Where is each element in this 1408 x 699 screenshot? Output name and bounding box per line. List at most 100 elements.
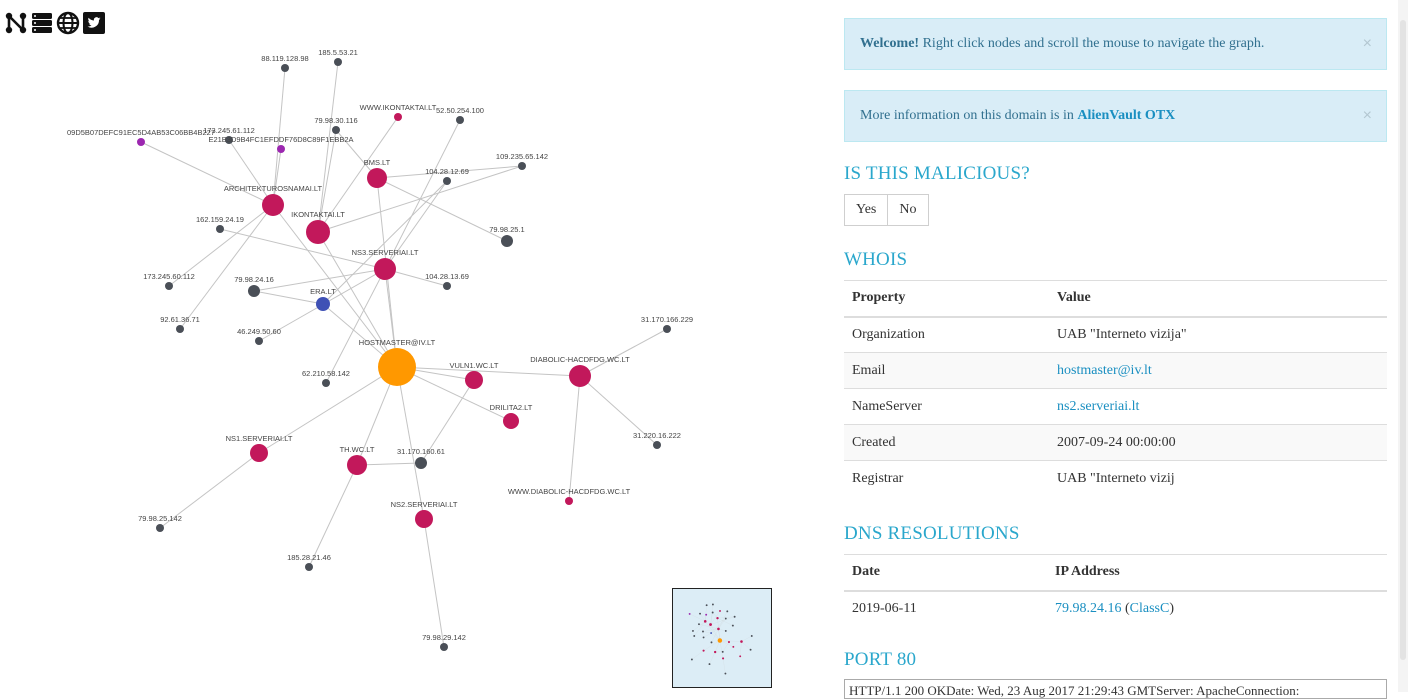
minimap-node-ns1 [703,650,705,652]
graph-node-ip16[interactable] [663,325,671,333]
node-label-hash1: 09D5B07DEFC91EC5D4AB53C06BB4B227 [67,128,215,137]
graph-node-ns1[interactable] [250,444,268,462]
node-label-ip5: 109.235.65.142 [496,152,548,161]
node-label-ip9: 162.159.24.19 [196,215,244,224]
minimap-node-ip16 [751,635,753,637]
yes-button[interactable]: Yes [844,194,888,226]
graph-node-ns3[interactable] [374,258,396,280]
graph-node-ip13[interactable] [255,337,263,345]
whois-header-property: Property [844,281,1049,317]
graph-node-hash2[interactable] [277,145,285,153]
whois-property: Email [844,353,1049,389]
minimap-edge-ip2-ikontaktai [711,604,713,624]
minimap-node-ip14 [711,641,713,643]
graph-node-hostmaster[interactable] [378,348,416,386]
node-label-ip13: 46.249.50.60 [237,327,281,336]
whois-property: Registrar [844,461,1049,497]
graph-node-ip8[interactable] [443,282,451,290]
malicious-vote-group: Yes No [844,194,929,226]
graph-node-ip4[interactable] [456,116,464,124]
node-label-ip10: 173.245.60.112 [143,272,195,281]
graph-node-bms[interactable] [367,168,387,188]
dns-header-row: Date IP Address [844,555,1387,591]
whois-title: WHOIS [844,249,907,271]
dns-ip-link[interactable]: 79.98.24.16 [1055,601,1122,616]
graph-node-www_diab[interactable] [565,497,573,505]
dns-class-link[interactable]: ClassC [1130,601,1170,616]
minimap-node-ip17 [750,649,752,651]
close-icon[interactable]: × [1363,35,1372,53]
node-label-ip14: 62.210.58.142 [302,369,350,378]
graph-node-ip1[interactable] [281,64,289,72]
graph-node-architek[interactable] [262,194,284,216]
graph-pane[interactable]: HOSTMASTER@IV.LTARCHITEKTUROSNAMAI.LTIKO… [0,0,830,692]
minimap-edge-ip6-era [711,619,726,634]
node-label-ip8: 104.28.13.69 [425,272,469,281]
graph-node-www_ikon[interactable] [394,113,402,121]
side-panel: Welcome! Right click nodes and scroll th… [844,0,1387,692]
node-label-ip12: 92.61.36.71 [160,315,200,324]
graph-minimap[interactable] [672,588,772,688]
database-icon[interactable] [30,10,54,36]
port80-textarea[interactable]: HTTP/1.1 200 OKDate: Wed, 23 Aug 2017 21… [844,679,1387,699]
neo4j-icon[interactable] [4,10,28,36]
minimap-node-ip10 [692,630,694,632]
node-label-ip20: 185.28.21.46 [287,553,331,562]
whois-value-link[interactable]: hostmaster@iv.lt [1057,363,1152,378]
minimap-node-drilita2 [732,646,734,648]
alienvault-otx-link[interactable]: AlienVault OTX [1077,108,1175,123]
edge-ip2-ikontaktai [318,62,338,232]
node-label-ip4: 52.50.254.100 [436,106,484,115]
whois-value: 2007-09-24 00:00:00 [1049,425,1387,461]
node-label-hash2: E21B3D9B4FC1EFDDF76D8C89F1EBB2A [208,135,353,144]
graph-node-ip12[interactable] [176,325,184,333]
twitter-icon[interactable] [82,10,106,36]
graph-node-ns2[interactable] [415,510,433,528]
minimap-edge-hostmaster-architek [705,621,720,640]
graph-node-ip21[interactable] [440,643,448,651]
minimap-node-ip11 [702,631,704,633]
node-label-ns3: NS3.SERVERIAI.LT [352,248,419,257]
node-label-ip11: 79.98.24.16 [234,275,274,284]
graph-node-hash1[interactable] [137,138,145,146]
minimap-node-ip20 [709,663,711,665]
graph-node-drilita2[interactable] [503,413,519,429]
graph-node-ip10[interactable] [165,282,173,290]
node-label-ip7: 79.98.25.1 [489,225,524,234]
globe-icon[interactable] [56,10,80,36]
graph-node-ip5[interactable] [518,162,526,170]
edge-hash1-architek [141,142,273,205]
graph-node-ip18[interactable] [415,457,427,469]
close-icon[interactable]: × [1363,107,1372,125]
graph-node-ip20[interactable] [305,563,313,571]
dns-header-ip: IP Address [1047,555,1387,591]
graph-node-ikontaktai[interactable] [306,220,330,244]
minimap-node-diabolic [740,640,743,643]
minimap-node-vuln1 [728,641,730,643]
scrollbar-thumb[interactable] [1400,20,1406,660]
whois-value: UAB "Interneto vizij [1049,461,1387,497]
graph-node-diabolic[interactable] [569,365,591,387]
whois-table: Property Value OrganizationUAB "Internet… [844,280,1387,497]
graph-node-thwc[interactable] [347,455,367,475]
minimap-node-ip8 [725,630,727,632]
labels-layer: HOSTMASTER@IV.LTARCHITEKTUROSNAMAI.LTIKO… [67,48,693,642]
graph-node-ip11[interactable] [248,285,260,297]
no-button[interactable]: No [888,194,928,226]
whois-property: NameServer [844,389,1049,425]
minimap-node-ip12 [693,635,695,637]
graph-node-ip17[interactable] [653,441,661,449]
graph-node-ip9[interactable] [216,225,224,233]
minimap-edge-ip4-ns3 [718,611,727,629]
graph-node-ip2[interactable] [334,58,342,66]
graph-node-ip7[interactable] [501,235,513,247]
graph-node-ip6[interactable] [443,177,451,185]
page-scrollbar[interactable] [1398,0,1408,692]
graph-node-ip3[interactable] [332,126,340,134]
graph-node-ip14[interactable] [322,379,330,387]
graph-node-vuln1[interactable] [465,371,483,389]
graph-node-ip19[interactable] [156,524,164,532]
graph-node-era[interactable] [316,297,330,311]
whois-value-link[interactable]: ns2.serveriai.lt [1057,399,1139,414]
minimap-node-ip21 [724,673,726,675]
